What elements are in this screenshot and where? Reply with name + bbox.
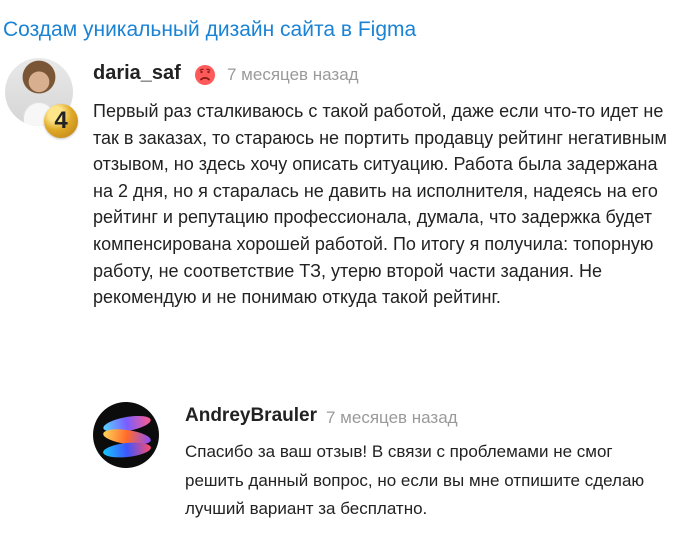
page-title[interactable]: Создам уникальный дизайн сайта в Figma: [3, 18, 416, 42]
replier-username[interactable]: AndreyBrauler: [185, 405, 317, 427]
avatar-wave-3: [102, 440, 152, 460]
reviewer-username[interactable]: daria_saf: [93, 62, 181, 85]
review-time: 7 месяцев назад: [227, 65, 359, 84]
sad-face-icon: [194, 64, 216, 86]
replier-avatar[interactable]: [93, 402, 159, 468]
reviewer-level-badge: 4: [44, 104, 78, 138]
reply-text: Спасибо за ваш отзыв! В связи с проблема…: [185, 442, 645, 519]
reply-time: 7 месяцев назад: [326, 408, 458, 427]
review-text: Первый раз сталкиваюсь с такой работой, …: [93, 101, 667, 308]
